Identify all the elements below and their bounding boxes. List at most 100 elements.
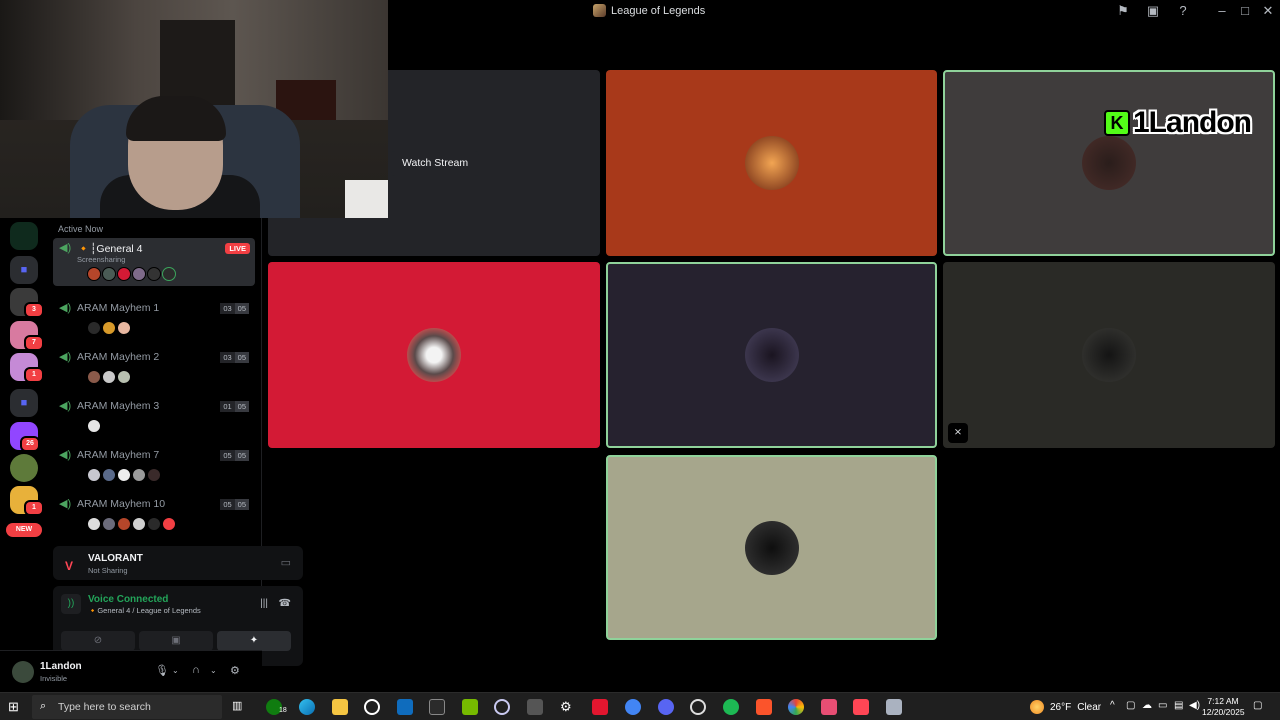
- nvidia-icon[interactable]: [462, 699, 478, 715]
- chevron-down-icon[interactable]: ⌄: [210, 666, 217, 675]
- avatar[interactable]: [117, 321, 131, 335]
- taskbar-clock[interactable]: 7:12 AM 12/20/2025: [1202, 696, 1245, 718]
- browser-icon[interactable]: [625, 699, 641, 715]
- store-icon[interactable]: [397, 699, 413, 715]
- activity-panel[interactable]: V VALORANT Not Sharing ▭: [53, 546, 303, 580]
- voice-channel-aram-1[interactable]: ◀) ARAM Mayhem 1 03 05: [53, 298, 255, 342]
- signal-icon[interactable]: )): [61, 594, 81, 614]
- voice-channel-aram-3[interactable]: ◀) ARAM Mayhem 3 01 05: [53, 396, 255, 440]
- channel-avatars: [53, 419, 255, 433]
- avatar[interactable]: [147, 517, 161, 531]
- avatar[interactable]: [132, 267, 146, 281]
- avatar[interactable]: [117, 267, 131, 281]
- tray-icon[interactable]: ▭: [1158, 700, 1167, 711]
- activities-button[interactable]: ✦: [217, 631, 291, 651]
- avatar[interactable]: [102, 517, 116, 531]
- avatar[interactable]: [162, 267, 176, 281]
- network-icon[interactable]: ▤: [1174, 700, 1183, 711]
- minimize-icon[interactable]: –: [1214, 3, 1230, 19]
- cloud-icon[interactable]: ☁: [1142, 700, 1152, 711]
- screen-share-icon[interactable]: ▣: [1145, 3, 1161, 19]
- voice-channel-aram-2[interactable]: ◀) ARAM Mayhem 2 03 05: [53, 347, 255, 391]
- microphone-icon[interactable]: 🎙: [155, 664, 169, 677]
- participant-tile[interactable]: [943, 262, 1275, 448]
- avatar[interactable]: [87, 370, 101, 384]
- server-icon[interactable]: [10, 222, 38, 250]
- folder-icon[interactable]: ■: [10, 256, 38, 284]
- noise-suppression-icon[interactable]: |||: [260, 598, 268, 609]
- participant-tile[interactable]: [268, 262, 600, 448]
- avatar[interactable]: [87, 419, 101, 433]
- avatar[interactable]: [147, 468, 161, 482]
- participant-tile[interactable]: [606, 70, 937, 256]
- avatar[interactable]: [147, 267, 161, 281]
- task-view-icon[interactable]: ▥: [232, 699, 248, 715]
- chevron-up-icon[interactable]: ^: [1110, 700, 1115, 711]
- folder-icon[interactable]: ■: [10, 389, 38, 417]
- app-icon[interactable]: [886, 699, 902, 715]
- notifications-icon[interactable]: ▢: [1253, 700, 1262, 711]
- chrome-icon[interactable]: [788, 699, 804, 715]
- voice-channel-general-4[interactable]: ◀) 🔸┆General 4 LIVE Screensharing: [53, 238, 255, 286]
- volume-icon[interactable]: ◀): [1189, 700, 1200, 711]
- headphones-icon[interactable]: ∩: [192, 664, 200, 676]
- user-avatar[interactable]: [12, 661, 34, 683]
- avatar[interactable]: [102, 370, 116, 384]
- voice-channel-aram-7[interactable]: ◀) ARAM Mayhem 7 05 05: [53, 445, 255, 489]
- gear-icon[interactable]: ⚙: [230, 664, 240, 677]
- riot-client-icon[interactable]: [592, 699, 608, 715]
- avatar[interactable]: [87, 321, 101, 335]
- calculator-icon[interactable]: [527, 699, 543, 715]
- taskbar-search[interactable]: ⌕ Type here to search: [32, 695, 222, 719]
- server-icon[interactable]: [10, 454, 38, 482]
- new-pill[interactable]: NEW: [6, 523, 42, 537]
- app-icon[interactable]: [429, 699, 445, 715]
- chevron-down-icon[interactable]: ⌄: [172, 666, 179, 675]
- inbox-flag-icon[interactable]: ⚑: [1115, 3, 1131, 19]
- participant-tile-speaking[interactable]: [606, 455, 937, 640]
- avatar[interactable]: [87, 468, 101, 482]
- settings-gear-icon[interactable]: ⚙: [560, 699, 576, 715]
- avatar[interactable]: [102, 267, 116, 281]
- avatar[interactable]: [87, 517, 101, 531]
- github-icon[interactable]: [690, 699, 706, 715]
- camera-off-button[interactable]: ⊘: [61, 631, 135, 651]
- file-explorer-icon[interactable]: [332, 699, 348, 715]
- weather-widget[interactable]: 26°F Clear: [1030, 700, 1101, 714]
- brave-icon[interactable]: [756, 699, 772, 715]
- discord-avatar[interactable]: [162, 517, 176, 531]
- user-panel: 1Landon Invisible 🎙 ⌄ ∩ ⌄ ⚙: [0, 650, 262, 692]
- close-icon[interactable]: ✕: [1260, 3, 1276, 19]
- user-limit: 05 05: [220, 498, 249, 510]
- spotify-icon[interactable]: [723, 699, 739, 715]
- valorant-taskbar-icon[interactable]: [853, 699, 869, 715]
- participant-tile-speaking[interactable]: [606, 262, 937, 448]
- voice-channel-path[interactable]: 🔸General 4 / League of Legends: [88, 606, 201, 615]
- avatar[interactable]: [132, 468, 146, 482]
- avatar[interactable]: [132, 517, 146, 531]
- participant-tile-speaking[interactable]: [943, 70, 1275, 256]
- media-player-icon[interactable]: [494, 699, 510, 715]
- avatar[interactable]: [117, 517, 131, 531]
- steam-icon[interactable]: [364, 699, 380, 715]
- share-screen-icon[interactable]: ▭: [281, 556, 291, 569]
- discord-icon[interactable]: [658, 699, 674, 715]
- disconnect-icon[interactable]: ☎: [279, 598, 291, 609]
- watch-stream-button[interactable]: Watch Stream: [391, 151, 480, 176]
- windows-start-icon[interactable]: ⊞: [8, 700, 22, 714]
- webcam-person-hair: [126, 96, 226, 141]
- voice-channel-aram-10[interactable]: ◀) ARAM Mayhem 10 05 05: [53, 494, 255, 538]
- screen-share-button[interactable]: ▣: [139, 631, 213, 651]
- app-icon[interactable]: [821, 699, 837, 715]
- avatar[interactable]: [102, 468, 116, 482]
- help-icon[interactable]: ?: [1175, 3, 1191, 19]
- maximize-icon[interactable]: □: [1237, 3, 1253, 19]
- avatar[interactable]: [117, 370, 131, 384]
- channel-name: ARAM Mayhem 7: [77, 449, 160, 461]
- avatar[interactable]: [102, 321, 116, 335]
- tray-icon[interactable]: ▢: [1126, 700, 1135, 711]
- avatar[interactable]: [117, 468, 131, 482]
- edge-icon[interactable]: [299, 699, 315, 715]
- avatar[interactable]: [87, 267, 101, 281]
- user-name[interactable]: 1Landon: [40, 661, 82, 672]
